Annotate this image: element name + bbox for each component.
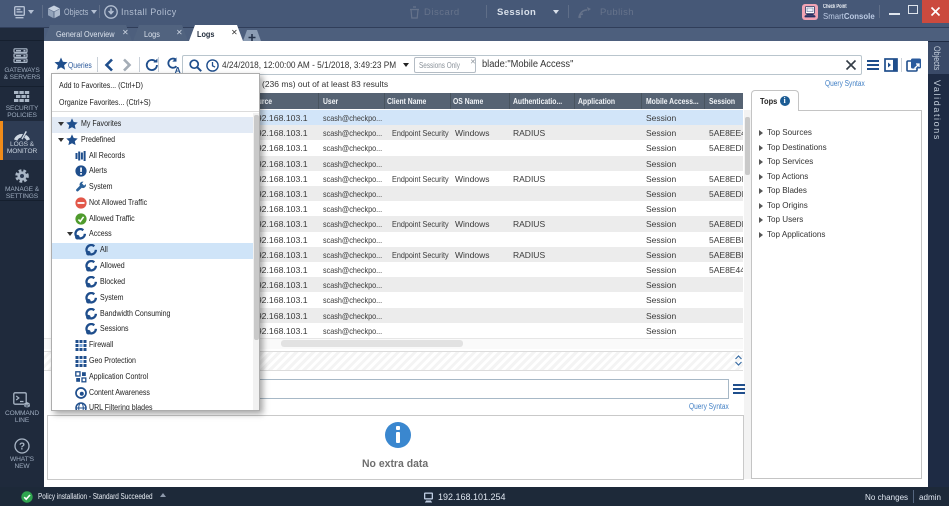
svg-text:?: ? <box>19 442 25 453</box>
